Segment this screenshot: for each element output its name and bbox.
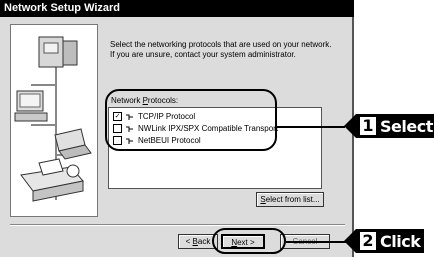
button-label: ack [197, 237, 211, 246]
button-prefix: < [185, 237, 193, 246]
protocol-label: NetBEUI Protocol [138, 136, 201, 145]
protocol-label: TCP/IP Protocol [138, 112, 196, 121]
network-setup-wizard-dialog: Network Setup Wizard Select the networki… [0, 0, 354, 257]
step-number: 1 [360, 117, 376, 135]
instructions-line-1: Select the networking protocols that are… [110, 40, 332, 49]
list-item-tcpip[interactable]: ✓ TCP/IP Protocol [113, 111, 195, 122]
callout-badge: 1 Select [356, 114, 434, 138]
step-word: Select [380, 116, 433, 136]
protocols-listbox[interactable]: ✓ TCP/IP Protocol NWLink IPX/SPX Compati… [108, 107, 322, 189]
step-word: Click [380, 231, 421, 251]
list-item-nwlink[interactable]: NWLink IPX/SPX Compatible Transport [113, 123, 278, 134]
arrow-left-icon [344, 229, 356, 253]
checkbox-nwlink[interactable] [113, 124, 122, 133]
label-prefix: Network [111, 96, 143, 105]
protocol-icon [125, 113, 134, 120]
window-title: Network Setup Wizard [0, 0, 354, 17]
network-protocols-label: Network Protocols: [111, 96, 178, 105]
networked-computers-illustration [11, 25, 97, 216]
label-suffix: rotocols: [147, 96, 179, 105]
next-button[interactable]: Next > [221, 234, 265, 249]
callout-1-line [277, 126, 345, 128]
wizard-illustration [10, 24, 98, 217]
instructions-text: Select the networking protocols that are… [110, 40, 345, 60]
arrow-left-icon [344, 114, 356, 138]
callout-step-2: 2 Click [344, 229, 425, 253]
protocol-icon [125, 137, 134, 144]
protocol-icon [125, 125, 134, 132]
checkbox-tcpip[interactable]: ✓ [113, 112, 122, 121]
instructions-line-2: If you are unsure, contact your system a… [110, 50, 296, 59]
callout-badge: 2 Click [356, 229, 425, 253]
button-label: ext > [237, 238, 255, 247]
checkbox-netbeui[interactable] [113, 136, 122, 145]
protocol-label: NWLink IPX/SPX Compatible Transport [138, 124, 279, 133]
back-button[interactable]: < Back [178, 234, 218, 249]
callout-2-line [286, 241, 346, 243]
button-label: elect from list... [265, 195, 320, 204]
button-divider [10, 224, 345, 226]
step-number: 2 [360, 232, 376, 250]
callout-step-1: 1 Select [344, 114, 434, 138]
select-from-list-button[interactable]: Select from list... [256, 192, 324, 207]
list-item-netbeui[interactable]: NetBEUI Protocol [113, 135, 201, 146]
